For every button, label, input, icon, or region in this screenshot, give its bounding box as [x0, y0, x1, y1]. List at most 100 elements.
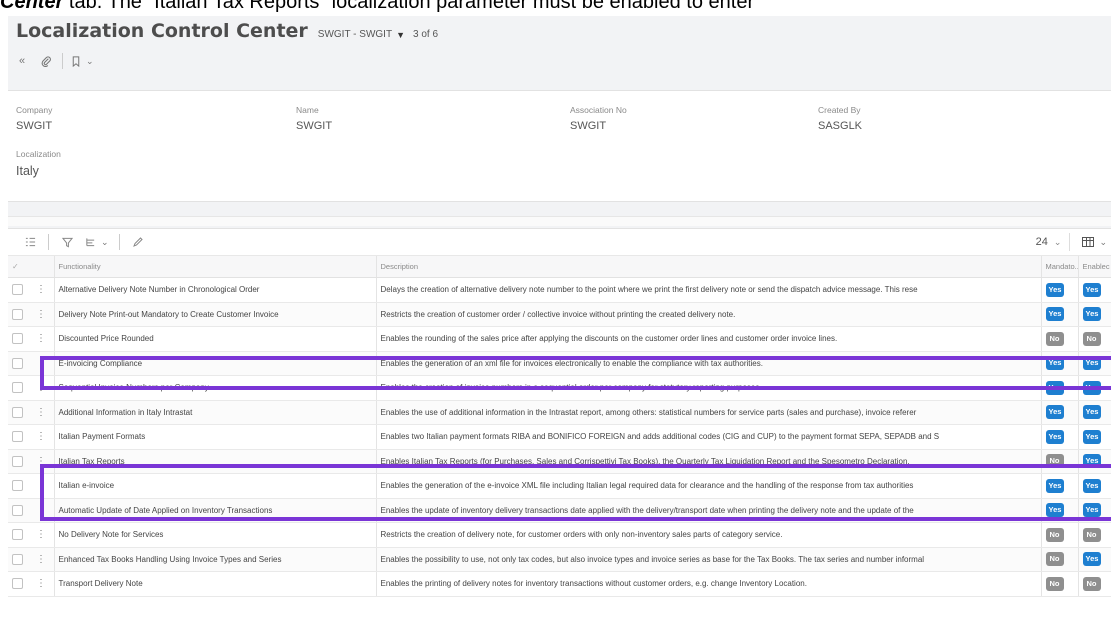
row-menu-cell[interactable]: ⋮	[32, 375, 54, 401]
kebab-icon[interactable]: ⋮	[36, 407, 46, 418]
enabled-badge[interactable]: No	[1082, 331, 1101, 346]
table-row[interactable]: ⋮ Italian Tax Reports Enables Italian Tax …	[8, 449, 1111, 474]
enabled-cell[interactable]: No	[1077, 522, 1111, 548]
row-checkbox-cell[interactable]	[8, 473, 32, 499]
enabled-badge[interactable]: Yes	[1082, 282, 1102, 297]
bookmark-menu-button[interactable]: ⌄	[71, 51, 94, 71]
row-checkbox-cell[interactable]	[8, 351, 32, 376]
row-menu-cell[interactable]: ⋮	[32, 277, 54, 303]
enabled-badge[interactable]: Yes	[1082, 356, 1102, 371]
table-row[interactable]: ⋮ Additional Information in Italy Intrast…	[8, 400, 1111, 425]
row-menu-cell[interactable]: ⋮	[32, 498, 54, 523]
enabled-badge[interactable]: Yes	[1082, 429, 1102, 444]
row-checkbox-cell[interactable]	[8, 547, 32, 572]
table-row[interactable]: ⋮ Automatic Update of Date Applied on Inv…	[8, 498, 1111, 523]
enabled-cell[interactable]: No	[1077, 326, 1111, 352]
table-row[interactable]: ⋮ No Delivery Note for Services Restricts …	[8, 522, 1111, 548]
enabled-cell[interactable]: Yes	[1077, 351, 1111, 376]
mandatory-column-header[interactable]: Mandato...	[1040, 255, 1078, 278]
kebab-icon[interactable]: ⋮	[36, 480, 46, 491]
kebab-icon[interactable]: ⋮	[36, 529, 46, 540]
row-menu-cell[interactable]: ⋮	[32, 571, 54, 597]
kebab-icon[interactable]: ⋮	[36, 456, 46, 467]
table-row[interactable]: ⋮ Italian e-invoice Enables the generation…	[8, 473, 1111, 499]
description-column-header[interactable]: Description	[375, 255, 1041, 278]
row-menu-cell[interactable]: ⋮	[32, 449, 54, 474]
row-checkbox-cell[interactable]	[8, 522, 32, 548]
row-checkbox[interactable]	[12, 382, 23, 394]
kebab-icon[interactable]: ⋮	[36, 284, 46, 295]
row-menu-cell[interactable]: ⋮	[32, 302, 54, 327]
enabled-badge[interactable]: Yes	[1082, 552, 1102, 567]
column-chooser-button[interactable]: ⌄	[85, 232, 109, 252]
enabled-badge[interactable]: Yes	[1082, 405, 1102, 420]
row-menu-cell[interactable]: ⋮	[32, 547, 54, 572]
row-checkbox-cell[interactable]	[8, 326, 32, 352]
page-size-select[interactable]: 24 ⌄	[1036, 233, 1071, 251]
table-row[interactable]: ⋮ E-invoicing Compliance Enables the gener…	[8, 351, 1111, 376]
kebab-icon[interactable]: ⋮	[36, 333, 46, 344]
row-checkbox-cell[interactable]	[8, 571, 32, 597]
row-checkbox-cell[interactable]	[8, 424, 32, 450]
enabled-cell[interactable]: Yes	[1077, 424, 1111, 450]
chevrons-left-icon[interactable]: «	[14, 51, 30, 71]
row-checkbox[interactable]	[12, 333, 23, 345]
paperclip-icon[interactable]	[38, 51, 54, 71]
enabled-column-header[interactable]: Enablec	[1077, 255, 1111, 278]
table-row[interactable]: ⋮ Enhanced Tax Books Handling Using Invoi…	[8, 547, 1111, 572]
enabled-badge[interactable]: No	[1082, 576, 1101, 591]
filter-icon[interactable]	[59, 232, 75, 252]
enabled-badge[interactable]: Yes	[1082, 307, 1102, 322]
kebab-icon[interactable]: ⋮	[36, 554, 46, 565]
row-checkbox[interactable]	[12, 284, 23, 296]
enabled-badge[interactable]: Yes	[1082, 503, 1102, 518]
row-menu-cell[interactable]: ⋮	[32, 473, 54, 499]
row-checkbox[interactable]	[12, 578, 23, 590]
enabled-badge[interactable]: Yes	[1082, 380, 1102, 395]
enabled-cell[interactable]: Yes	[1077, 277, 1111, 303]
row-checkbox[interactable]	[12, 406, 23, 418]
row-checkbox-cell[interactable]	[8, 375, 32, 401]
kebab-icon[interactable]: ⋮	[36, 358, 46, 369]
edit-icon[interactable]	[130, 232, 146, 252]
row-checkbox-cell[interactable]	[8, 400, 32, 425]
row-checkbox-cell[interactable]	[8, 498, 32, 523]
row-checkbox[interactable]	[12, 308, 23, 320]
row-checkbox[interactable]	[12, 357, 23, 369]
row-checkbox[interactable]	[12, 455, 23, 467]
enabled-cell[interactable]: Yes	[1077, 400, 1111, 425]
table-row[interactable]: ⋮ Alternative Delivery Note Number in Chr…	[8, 277, 1111, 303]
table-row[interactable]: ⋮ Sequential Invoice Numbers per Company E…	[8, 375, 1111, 401]
table-row[interactable]: ⋮ Delivery Note Print-out Mandatory to Cr…	[8, 302, 1111, 327]
enabled-badge[interactable]: Yes	[1082, 478, 1102, 493]
row-menu-cell[interactable]: ⋮	[32, 424, 54, 450]
kebab-icon[interactable]: ⋮	[36, 505, 46, 516]
row-menu-cell[interactable]: ⋮	[32, 351, 54, 376]
select-all-header[interactable]: ✓	[8, 255, 32, 278]
enabled-badge[interactable]: Yes	[1082, 454, 1102, 469]
table-row[interactable]: ⋮ Italian Payment Formats Enables two Ital…	[8, 424, 1111, 450]
enabled-cell[interactable]: Yes	[1077, 375, 1111, 401]
row-checkbox[interactable]	[12, 529, 23, 541]
record-selector[interactable]: SWGIT - SWGIT ▼	[318, 29, 405, 40]
table-row[interactable]: ⋮ Transport Delivery Note Enables the prin…	[8, 571, 1111, 597]
enabled-cell[interactable]: Yes	[1077, 498, 1111, 523]
row-menu-cell[interactable]: ⋮	[32, 326, 54, 352]
row-checkbox[interactable]	[12, 431, 23, 443]
table-row[interactable]: ⋮ Discounted Price Rounded Enables the rou…	[8, 326, 1111, 352]
row-menu-cell[interactable]: ⋮	[32, 522, 54, 548]
row-checkbox-cell[interactable]	[8, 277, 32, 303]
row-checkbox[interactable]	[12, 480, 23, 492]
kebab-icon[interactable]: ⋮	[36, 431, 46, 442]
enabled-cell[interactable]: Yes	[1077, 547, 1111, 572]
enabled-cell[interactable]: Yes	[1077, 302, 1111, 327]
list-icon[interactable]	[22, 232, 38, 252]
enabled-cell[interactable]: Yes	[1077, 473, 1111, 499]
row-menu-cell[interactable]: ⋮	[32, 400, 54, 425]
kebab-icon[interactable]: ⋮	[36, 309, 46, 320]
kebab-icon[interactable]: ⋮	[36, 382, 46, 393]
functionality-column-header[interactable]: Functionality	[53, 255, 376, 278]
kebab-icon[interactable]: ⋮	[36, 578, 46, 589]
row-checkbox[interactable]	[12, 504, 23, 516]
enabled-cell[interactable]: No	[1077, 571, 1111, 597]
